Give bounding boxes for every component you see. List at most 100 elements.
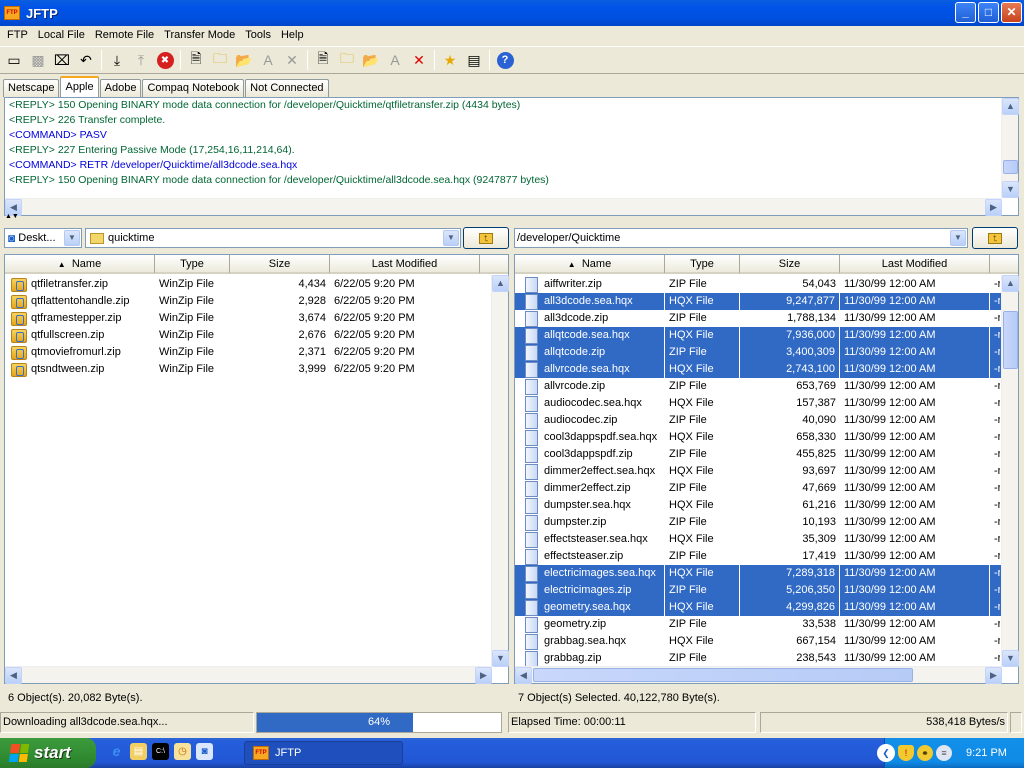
disconnect-button[interactable]: ▩ (26, 48, 50, 72)
file-row[interactable]: all3dcode.sea.hqx HQX File 9,247,877 11/30/… (515, 293, 1002, 310)
jftp-launcher-icon[interactable]: ◙ (196, 743, 213, 760)
remote-up-folder-button[interactable]: ⮤ (972, 227, 1018, 249)
chevron-left-icon[interactable]: ❮ (877, 744, 895, 762)
tab-adobe[interactable]: Adobe (99, 79, 142, 97)
remote-path-select[interactable]: /developer/Quicktime ▼ (514, 228, 968, 248)
local-new-file-button[interactable]: 🗎 (184, 48, 208, 72)
file-row[interactable]: qtfullscreen.zip WinZip File 2,676 6/22/05 … (5, 327, 480, 344)
file-row[interactable]: grabbag.sea.hqx HQX File 667,154 11/30/99 1… (515, 633, 1002, 650)
remote-col-modified[interactable]: Last Modified (840, 255, 990, 274)
local-new-folder-button[interactable]: 🗀 (208, 48, 232, 72)
close-button[interactable]: ✕ (1001, 2, 1022, 23)
local-vertical-scrollbar[interactable]: ▲ ▼ (491, 275, 509, 667)
file-row[interactable]: cool3dappspdf.sea.hqx HQX File 658,330 11/3… (515, 429, 1002, 446)
local-rename-button[interactable]: A (256, 48, 280, 72)
file-row[interactable]: dumpster.zip ZIP File 10,193 11/30/99 12:00… (515, 514, 1002, 531)
file-row[interactable]: effectsteaser.sea.hqx HQX File 35,309 11/30… (515, 531, 1002, 548)
local-col-name[interactable]: ▲ Name (5, 255, 155, 274)
file-row[interactable]: electricimages.zip ZIP File 5,206,350 11/30… (515, 582, 1002, 599)
local-col-size[interactable]: Size (230, 255, 330, 274)
internet-explorer-icon[interactable]: e (108, 743, 125, 760)
file-row[interactable]: geometry.zip ZIP File 33,538 11/30/99 12:00… (515, 616, 1002, 633)
remote-horizontal-scrollbar[interactable]: ◀ ▶ (515, 666, 1002, 684)
file-row[interactable]: cool3dappspdf.zip ZIP File 455,825 11/30/99… (515, 446, 1002, 463)
download-button[interactable]: ⤓ (105, 48, 129, 72)
remote-rename-button[interactable]: A (383, 48, 407, 72)
tab-not-connected[interactable]: Not Connected (245, 79, 329, 97)
remote-vertical-scrollbar[interactable]: ▲ ▼ (1001, 275, 1019, 667)
scroll-down-icon[interactable]: ▼ (492, 650, 509, 667)
file-row[interactable]: allqtcode.zip ZIP File 3,400,309 11/30/99 1… (515, 344, 1002, 361)
undo-button[interactable]: ↶ (74, 48, 98, 72)
file-row[interactable]: dumpster.sea.hqx HQX File 61,216 11/30/99 1… (515, 497, 1002, 514)
log-horizontal-scrollbar[interactable]: ◀ ▶ (5, 198, 1002, 216)
chevron-down-icon[interactable]: ▼ (64, 230, 80, 246)
tab-netscape[interactable]: Netscape (3, 79, 60, 97)
file-row[interactable]: aiffwriter.zip ZIP File 54,043 11/30/99 12:… (515, 276, 1002, 293)
collapse-arrows-icon[interactable]: ▲▼ (5, 213, 19, 220)
local-delete-button[interactable]: ✕ (280, 48, 304, 72)
new-connection-button[interactable]: ▭ (2, 48, 26, 72)
start-button[interactable]: start (0, 738, 96, 768)
scroll-up-icon[interactable]: ▲ (1002, 98, 1019, 115)
file-row[interactable]: electricimages.sea.hqx HQX File 7,289,318 1… (515, 565, 1002, 582)
file-row[interactable]: geometry.sea.hqx HQX File 4,299,826 11/30/9… (515, 599, 1002, 616)
local-folder-select[interactable]: quicktime ▼ (85, 228, 461, 248)
disconnect-all-button[interactable]: ⌧ (50, 48, 74, 72)
scroll-left-icon[interactable]: ◀ (515, 667, 532, 684)
remote-new-folder-button[interactable]: 🗀 (335, 48, 359, 72)
file-row[interactable]: dimmer2effect.zip ZIP File 47,669 11/30/99 … (515, 480, 1002, 497)
scroll-down-icon[interactable]: ▼ (1002, 650, 1019, 667)
minimize-button[interactable]: _ (955, 2, 976, 23)
scroll-thumb[interactable] (1003, 160, 1018, 174)
help-button[interactable]: ? (493, 48, 517, 72)
maximize-button[interactable]: □ (978, 2, 999, 23)
scroll-left-icon[interactable]: ◀ (5, 667, 22, 684)
file-row[interactable]: audiocodec.zip ZIP File 40,090 11/30/99 12:… (515, 412, 1002, 429)
menu-ftp[interactable]: FTP (2, 29, 33, 41)
remote-open-folder-button[interactable]: 📂 (359, 48, 383, 72)
command-prompt-icon[interactable]: C:\ (152, 743, 169, 760)
local-open-folder-button[interactable]: 📂 (232, 48, 256, 72)
local-col-modified[interactable]: Last Modified (330, 255, 480, 274)
security-shield-icon[interactable]: ! (898, 745, 914, 761)
menu-help[interactable]: Help (276, 29, 309, 41)
local-horizontal-scrollbar[interactable]: ◀ ▶ (5, 666, 492, 684)
menu-transfer-mode[interactable]: Transfer Mode (159, 29, 240, 41)
local-col-type[interactable]: Type (155, 255, 230, 274)
scroll-up-icon[interactable]: ▲ (1002, 275, 1019, 292)
tab-compaq-notebook[interactable]: Compaq Notebook (142, 79, 245, 97)
remote-col-permissions[interactable] (990, 255, 1018, 274)
file-row[interactable]: allqtcode.sea.hqx HQX File 7,936,000 11/30/… (515, 327, 1002, 344)
log-vertical-scrollbar[interactable]: ▲ ▼ (1001, 98, 1019, 198)
upload-button[interactable]: ⤒ (129, 48, 153, 72)
file-row[interactable]: qtsndtween.zip WinZip File 3,999 6/22/05 9:… (5, 361, 480, 378)
remote-col-type[interactable]: Type (665, 255, 740, 274)
scroll-down-icon[interactable]: ▼ (1002, 181, 1019, 198)
menu-local-file[interactable]: Local File (33, 29, 90, 41)
scroll-right-icon[interactable]: ▶ (985, 667, 1002, 684)
file-row[interactable]: all3dcode.zip ZIP File 1,788,134 11/30/99 1… (515, 310, 1002, 327)
splitter-handle[interactable]: ▲▼ (0, 213, 1024, 222)
file-row[interactable]: effectsteaser.zip ZIP File 17,419 11/30/99 … (515, 548, 1002, 565)
file-row[interactable]: qtframestepper.zip WinZip File 3,674 6/22/0… (5, 310, 480, 327)
clock-icon[interactable]: ◷ (174, 743, 191, 760)
file-row[interactable]: qtflattentohandle.zip WinZip File 2,928 6/2… (5, 293, 480, 310)
taskbar-item-jftp[interactable]: FTP JFTP (244, 741, 403, 765)
file-row[interactable]: qtmoviefromurl.zip WinZip File 2,371 6/22/0… (5, 344, 480, 361)
remote-new-file-button[interactable]: 🗎 (311, 48, 335, 72)
file-row[interactable]: dimmer2effect.sea.hqx HQX File 93,697 11/30… (515, 463, 1002, 480)
stop-button[interactable]: ✖ (153, 48, 177, 72)
network-icon[interactable]: ⚭ (917, 745, 933, 761)
file-row[interactable]: audiocodec.sea.hqx HQX File 157,387 11/30/9… (515, 395, 1002, 412)
scroll-right-icon[interactable]: ▶ (475, 667, 492, 684)
remote-col-size[interactable]: Size (740, 255, 840, 274)
menu-remote-file[interactable]: Remote File (90, 29, 159, 41)
file-row[interactable]: grabbag.zip ZIP File 238,543 11/30/99 12:00… (515, 650, 1002, 667)
scroll-right-icon[interactable]: ▶ (985, 199, 1002, 216)
file-row[interactable]: allvrcode.zip ZIP File 653,769 11/30/99 12:… (515, 378, 1002, 395)
remote-col-name[interactable]: ▲ Name (515, 255, 665, 274)
tab-apple[interactable]: Apple (60, 76, 99, 97)
scroll-thumb[interactable] (533, 668, 913, 682)
file-row[interactable]: allvrcode.sea.hqx HQX File 2,743,100 11/30/… (515, 361, 1002, 378)
